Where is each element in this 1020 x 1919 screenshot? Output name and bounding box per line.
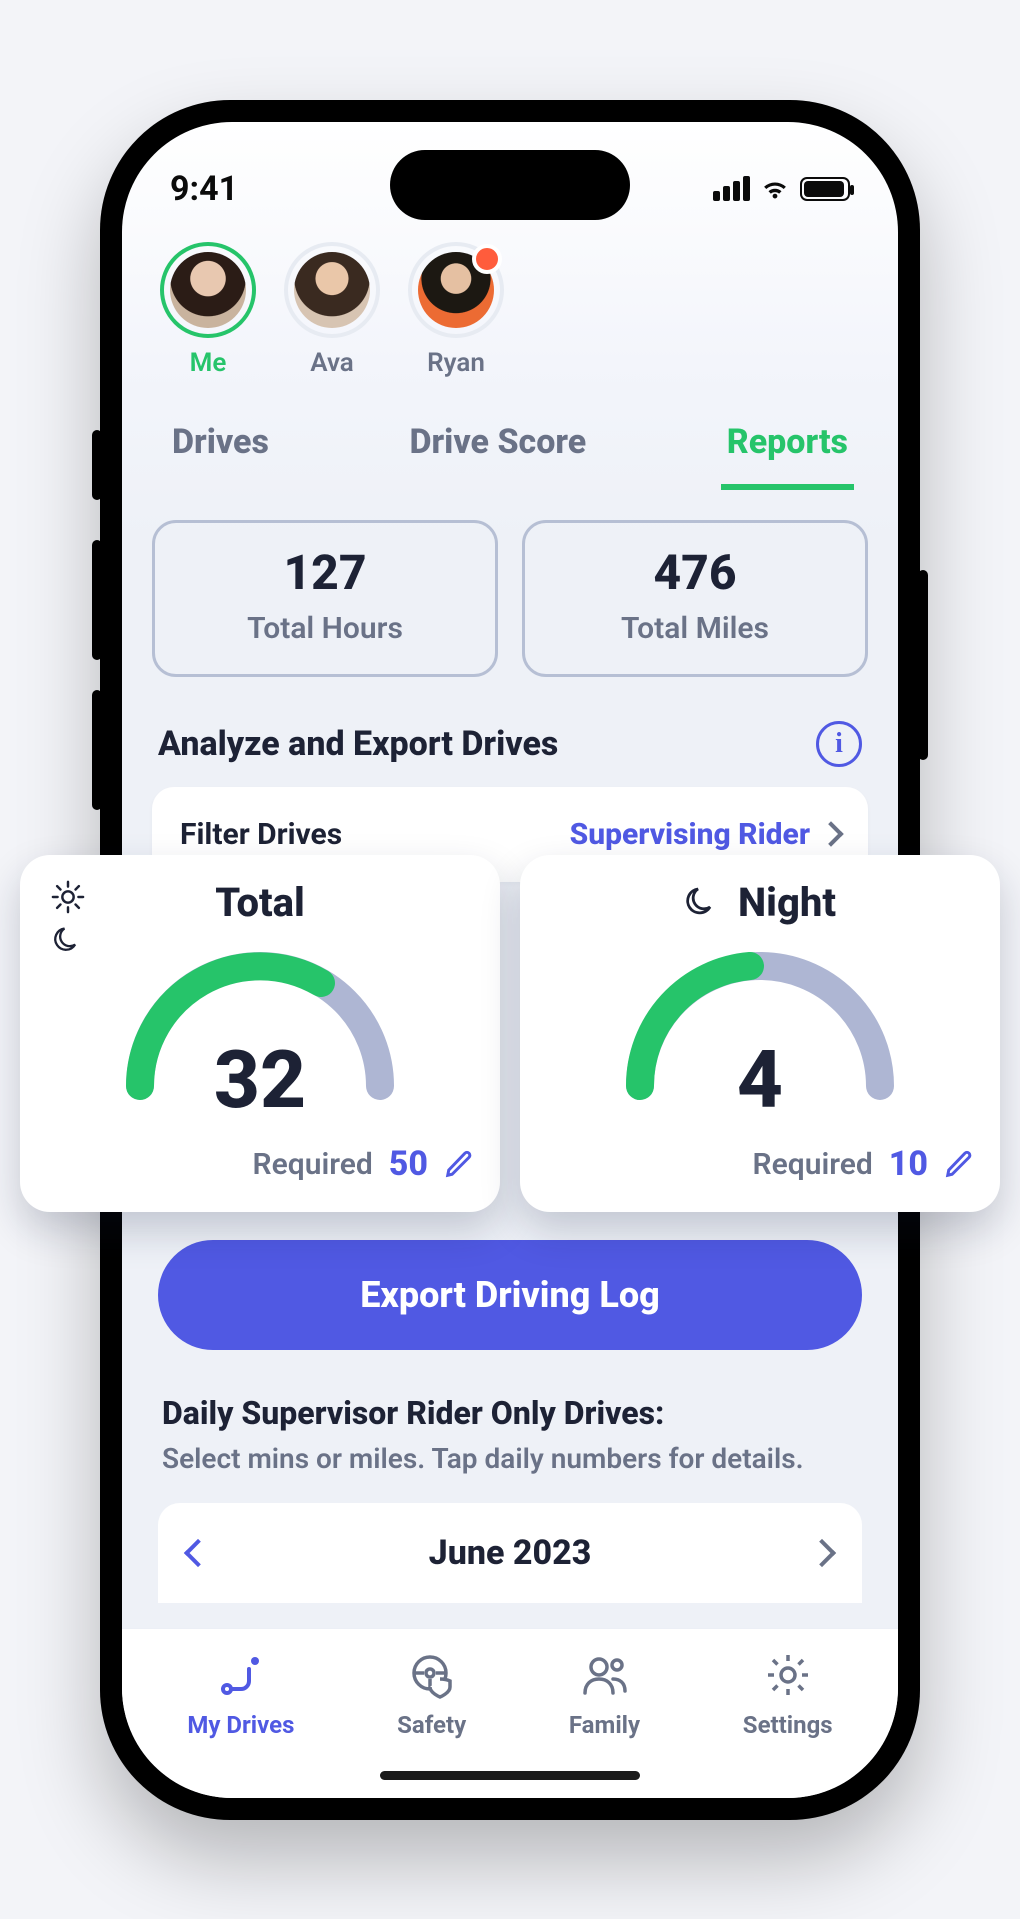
people-icon (579, 1649, 631, 1701)
profile-label: Ryan (427, 348, 485, 378)
power-button (918, 570, 928, 760)
steering-shield-icon (406, 1649, 458, 1701)
tab-drive-score[interactable]: Drive Score (403, 408, 592, 490)
gauge-arc: 32 (46, 936, 474, 1126)
nav-label: Settings (743, 1711, 833, 1739)
nav-label: Safety (397, 1711, 466, 1739)
section-title: Analyze and Export Drives (158, 724, 558, 764)
battery-icon (800, 177, 850, 201)
total-miles-value: 476 (535, 549, 855, 597)
total-hours-value: 127 (165, 549, 485, 597)
edit-required-button[interactable] (444, 1149, 474, 1179)
daily-subtitle: Select mins or miles. Tap daily numbers … (162, 1442, 858, 1475)
tab-drives[interactable]: Drives (166, 408, 275, 490)
total-hours-card[interactable]: 127 Total Hours (152, 520, 498, 677)
profile-ava[interactable]: Ava (284, 242, 380, 378)
cellular-icon (713, 176, 750, 201)
section-header: Analyze and Export Drives i (158, 721, 862, 767)
filter-value: Supervising Rider (570, 817, 840, 852)
tabs: Drives Drive Score Reports (122, 400, 898, 490)
edit-required-button[interactable] (944, 1149, 974, 1179)
profile-label: Me (190, 348, 227, 378)
gauge-title: Night (738, 879, 836, 926)
profile-selector: Me Ava Ryan (122, 232, 898, 400)
daily-title: Daily Supervisor Rider Only Drives: (162, 1394, 858, 1432)
avatar (160, 242, 256, 338)
nav-label: My Drives (187, 1711, 294, 1739)
prev-month-button[interactable] (184, 1538, 212, 1566)
next-month-button[interactable] (808, 1538, 836, 1566)
gauge-arc: 4 (546, 936, 974, 1126)
gauge-night: Night 4 Required 10 (520, 855, 1000, 1212)
moon-icon (684, 885, 720, 921)
nav-label: Family (569, 1711, 640, 1739)
filter-value-text: Supervising Rider (570, 817, 810, 852)
sun-icon (50, 879, 86, 915)
gauge-required: Required 50 (46, 1144, 474, 1184)
volume-down-button (92, 690, 102, 810)
route-icon (215, 1649, 267, 1701)
nav-safety[interactable]: Safety (397, 1649, 466, 1739)
volume-up-button (92, 540, 102, 660)
nav-family[interactable]: Family (569, 1649, 640, 1739)
status-tray (713, 176, 850, 201)
avatar (408, 242, 504, 338)
side-button (92, 430, 102, 500)
gauge-title: Total (215, 879, 305, 926)
summary-stats: 127 Total Hours 476 Total Miles (152, 520, 868, 677)
total-miles-card[interactable]: 476 Total Miles (522, 520, 868, 677)
gear-icon (762, 1649, 814, 1701)
required-value: 10 (889, 1144, 928, 1184)
chevron-right-icon (818, 821, 843, 846)
nav-settings[interactable]: Settings (743, 1649, 833, 1739)
bottom-nav: My Drives Safety Family (122, 1628, 898, 1798)
profile-label: Ava (310, 348, 354, 378)
export-driving-log-button[interactable]: Export Driving Log (158, 1240, 862, 1350)
gauge-required: Required 10 (546, 1144, 974, 1184)
info-icon[interactable]: i (816, 721, 862, 767)
profile-me[interactable]: Me (160, 242, 256, 378)
tab-reports[interactable]: Reports (721, 408, 854, 490)
required-value: 50 (389, 1144, 428, 1184)
gauge-overlay: Total 32 Required 50 (20, 855, 1000, 1212)
gauge-total: Total 32 Required 50 (20, 855, 500, 1212)
profile-ryan[interactable]: Ryan (408, 242, 504, 378)
required-label: Required (753, 1147, 873, 1182)
nav-my-drives[interactable]: My Drives (187, 1649, 294, 1739)
month-label: June 2023 (429, 1533, 592, 1573)
dynamic-island (390, 150, 630, 220)
home-indicator[interactable] (380, 1771, 640, 1780)
wifi-icon (760, 178, 790, 200)
total-hours-label: Total Hours (165, 611, 485, 646)
daily-section: Daily Supervisor Rider Only Drives: Sele… (162, 1394, 858, 1475)
required-label: Required (253, 1147, 373, 1182)
avatar (284, 242, 380, 338)
total-miles-label: Total Miles (535, 611, 855, 646)
status-time: 9:41 (170, 169, 238, 209)
month-selector: June 2023 (158, 1503, 862, 1603)
filter-label: Filter Drives (180, 817, 342, 852)
